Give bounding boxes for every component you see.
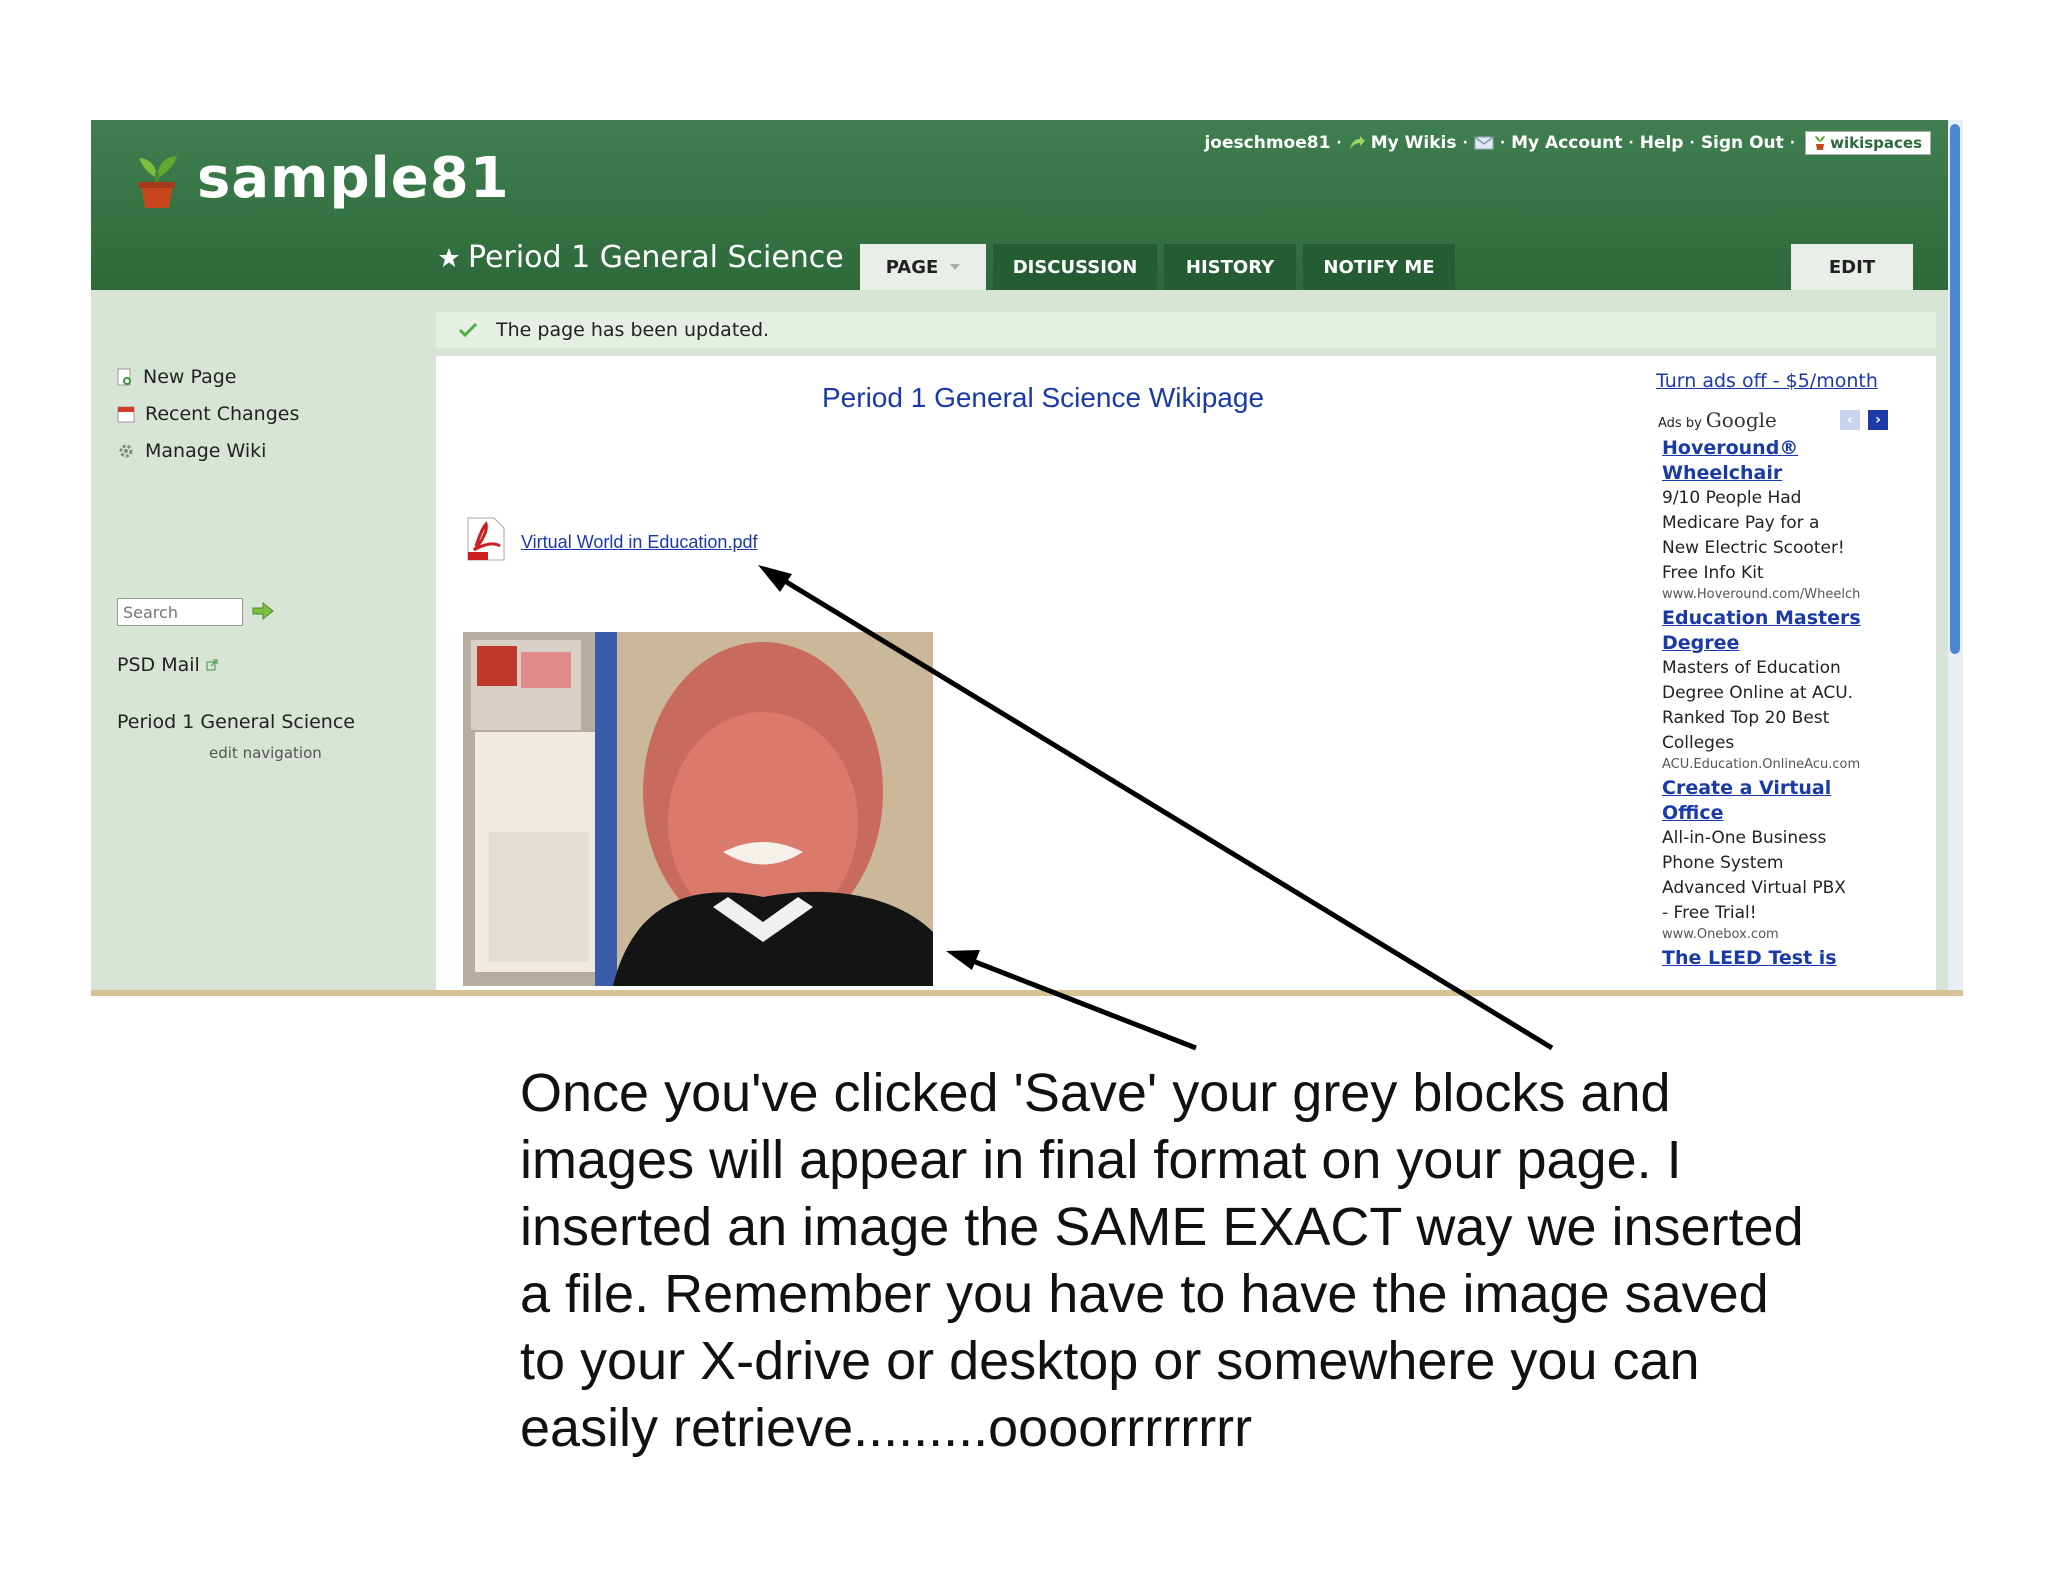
ad-body: - Free Trial! — [1662, 903, 1757, 923]
caption-line: inserted an image the SAME EXACT way we … — [520, 1197, 1804, 1257]
top-navigation: joeschmoe81 · My Wikis · · My Account · … — [1204, 128, 1931, 158]
notice-text: The page has been updated. — [496, 319, 770, 341]
gear-icon — [119, 444, 133, 458]
ad-body: Colleges — [1662, 733, 1735, 753]
turn-ads-off-link[interactable]: Turn ads off - $5/month — [1656, 370, 1878, 392]
ad-body: 9/10 People Had — [1662, 488, 1802, 508]
sidebar-item-label: New Page — [143, 366, 237, 388]
ad-url: ACU.Education.OnlineAcu.com — [1662, 757, 1861, 772]
ad-title[interactable]: Wheelchair — [1662, 461, 1912, 486]
sidebar: New Page Recent Changes Manage Wiki PSD … — [91, 290, 427, 996]
ads-prev-button[interactable]: ‹ — [1840, 410, 1860, 430]
sidebar-item-psd-mail[interactable]: PSD Mail — [117, 654, 218, 676]
help-link[interactable]: Help — [1640, 133, 1684, 153]
separator: · — [1499, 135, 1506, 151]
scrollbar-thumb[interactable] — [1950, 124, 1960, 654]
ad-body: Medicare Pay for a — [1662, 513, 1820, 533]
separator: · — [1336, 135, 1342, 151]
wikis-arrow-icon — [1349, 136, 1365, 149]
potted-plant-logo-icon — [139, 156, 177, 208]
ads-by-text: Ads by — [1658, 416, 1702, 431]
separator: · — [1462, 135, 1468, 151]
ad-body: Advanced Virtual PBX — [1662, 878, 1846, 898]
ad-item[interactable]: Hoveround® Wheelchair 9/10 People Had Me… — [1662, 436, 1912, 604]
star-icon[interactable] — [438, 247, 460, 269]
site-header: sample81 joeschmoe81 · My Wikis · · My A… — [91, 120, 1963, 290]
separator: · — [1689, 135, 1695, 151]
ad-body: Free Info Kit — [1662, 563, 1764, 583]
sidebar-item-label: Manage Wiki — [145, 440, 267, 462]
tab-notify-me[interactable]: NOTIFY ME — [1303, 244, 1455, 290]
my-wikis-link[interactable]: My Wikis — [1371, 133, 1457, 153]
mail-icon[interactable] — [1474, 136, 1494, 150]
ad-body: Masters of Education — [1662, 658, 1841, 678]
sidebar-item-period-1[interactable]: Period 1 General Science — [117, 711, 355, 733]
inserted-photo — [463, 632, 933, 986]
ad-body: Ranked Top 20 Best — [1662, 708, 1830, 728]
ads-by-google-label: Ads by Google — [1658, 408, 1777, 432]
ad-item[interactable]: Education Masters Degree Masters of Educ… — [1662, 606, 1912, 774]
ad-body: All-in-One Business — [1662, 828, 1827, 848]
ad-title[interactable]: Create a Virtual — [1662, 776, 1912, 801]
search-go-arrow-icon[interactable] — [251, 600, 275, 622]
ad-item[interactable]: The LEED Test is — [1662, 946, 1912, 971]
wikispaces-badge[interactable]: wikispaces — [1805, 131, 1931, 155]
wikispaces-plant-icon — [1815, 136, 1826, 150]
page-title: Period 1 General Science — [468, 240, 844, 275]
ad-body: Degree Online at ACU. — [1662, 683, 1854, 703]
caption-line: easily retrieve.........oooorrrrrrrr — [520, 1398, 1253, 1458]
sidebar-item-new-page[interactable]: New Page — [117, 366, 236, 388]
sidebar-item-label: Recent Changes — [145, 403, 300, 425]
caption-line: a file. Remember you have to have the im… — [520, 1264, 1769, 1324]
ad-title[interactable]: Degree — [1662, 631, 1912, 656]
ad-url: www.Onebox.com — [1662, 927, 1779, 942]
page-content: Period 1 General Science Wikipage Virtua… — [436, 356, 1936, 996]
tab-page[interactable]: PAGE — [860, 244, 986, 290]
tab-page-label: PAGE — [885, 256, 939, 278]
ad-item[interactable]: Create a Virtual Office All-in-One Busin… — [1662, 776, 1912, 944]
sidebar-item-manage-wiki[interactable]: Manage Wiki — [117, 440, 266, 462]
google-wordmark: Google — [1705, 408, 1777, 432]
checkmark-icon — [458, 322, 478, 338]
wiki-screenshot: sample81 joeschmoe81 · My Wikis · · My A… — [91, 120, 1963, 996]
caption-line: to your X-drive or desktop or somewhere … — [520, 1331, 1700, 1391]
my-account-link[interactable]: My Account — [1511, 133, 1622, 153]
tab-history[interactable]: HISTORY — [1164, 244, 1296, 290]
username-link[interactable]: joeschmoe81 — [1204, 133, 1330, 153]
ad-url: www.Hoveround.com/Wheelch — [1662, 587, 1861, 602]
sidebar-item-label: PSD Mail — [117, 654, 200, 676]
content-heading: Period 1 General Science Wikipage — [822, 382, 1265, 413]
chevron-down-icon — [950, 264, 961, 270]
separator: · — [1628, 135, 1634, 151]
caption-line: Once you've clicked 'Save' your grey blo… — [520, 1063, 1671, 1123]
tab-edit[interactable]: EDIT — [1791, 244, 1913, 290]
ad-body: New Electric Scooter! — [1662, 538, 1845, 558]
vertical-scrollbar[interactable] — [1948, 120, 1963, 996]
ad-body: Phone System — [1662, 853, 1784, 873]
update-notice: The page has been updated. — [436, 312, 1936, 348]
edit-navigation-link[interactable]: edit navigation — [209, 744, 322, 762]
ad-title[interactable]: Education Masters — [1662, 606, 1912, 631]
new-page-icon — [117, 368, 131, 386]
separator: · — [1789, 135, 1796, 151]
caption: Once you've clicked 'Save' your grey blo… — [520, 1060, 2000, 1462]
ad-title[interactable]: Office — [1662, 801, 1912, 826]
site-name[interactable]: sample81 — [197, 146, 510, 211]
window-bottom-edge — [91, 990, 1963, 996]
search-input[interactable] — [117, 598, 243, 626]
pdf-file-icon[interactable] — [466, 516, 506, 562]
sidebar-item-recent-changes[interactable]: Recent Changes — [117, 403, 299, 425]
calendar-icon — [117, 406, 135, 423]
ad-title[interactable]: Hoveround® — [1662, 436, 1912, 461]
ad-title[interactable]: The LEED Test is — [1662, 946, 1912, 971]
caption-line: images will appear in final format on yo… — [520, 1130, 1682, 1190]
wikispaces-badge-label: wikispaces — [1830, 134, 1922, 152]
ads-next-button[interactable]: › — [1868, 410, 1888, 430]
pdf-file-link[interactable]: Virtual World in Education.pdf — [521, 532, 757, 553]
sign-out-link[interactable]: Sign Out — [1701, 133, 1784, 153]
external-link-icon — [206, 659, 218, 671]
page-title-row: Period 1 General Science — [438, 240, 844, 275]
tab-discussion[interactable]: DISCUSSION — [993, 244, 1157, 290]
